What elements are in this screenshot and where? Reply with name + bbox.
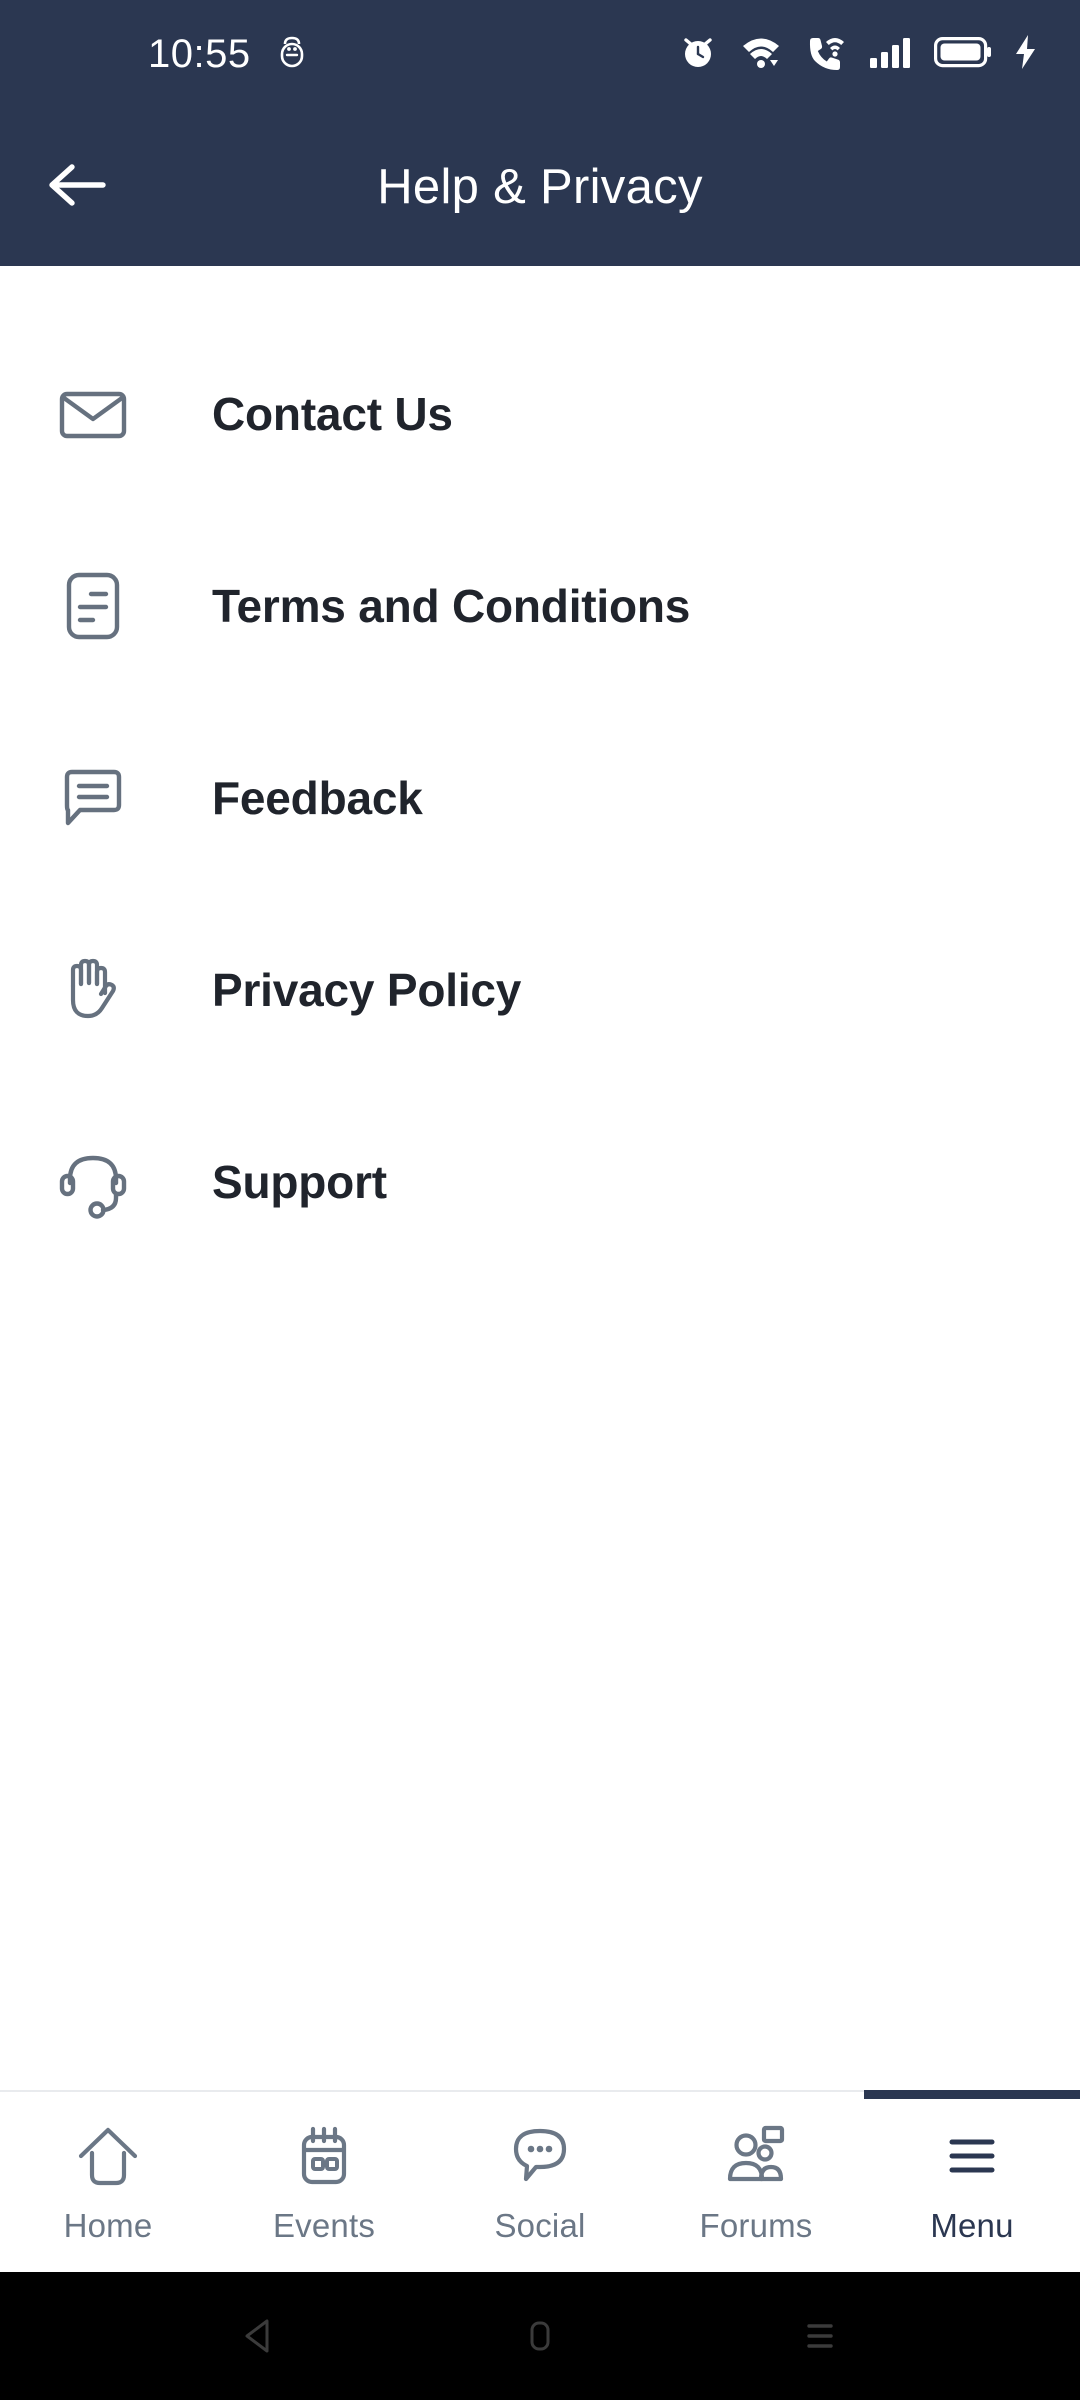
list-item-label: Feedback — [212, 772, 423, 824]
nav-tab-label: Menu — [930, 2207, 1014, 2244]
calendar-icon — [291, 2119, 357, 2193]
arrow-left-icon — [45, 160, 107, 215]
home-square-icon[interactable] — [485, 2281, 595, 2391]
battery-icon — [934, 35, 992, 74]
nav-tab-social[interactable]: Social — [432, 2092, 648, 2272]
list-item-contact-us[interactable]: Contact Us — [0, 318, 1080, 510]
wifi-icon — [740, 32, 782, 77]
cellular-signal-icon — [868, 32, 912, 77]
android-system-nav — [0, 2272, 1080, 2400]
status-bar-right — [678, 32, 1038, 77]
menu-list: Contact Us Terms and Conditions Feedback… — [0, 266, 1080, 2090]
android-debug-icon — [279, 35, 305, 74]
nav-tab-label: Home — [63, 2207, 153, 2244]
page-title: Help & Privacy — [377, 160, 703, 214]
app-screen: 10:55 Help & Privacy Contact Us Terms an… — [0, 0, 1080, 2400]
list-item-terms-and-conditions[interactable]: Terms and Conditions — [0, 510, 1080, 702]
app-bar: Help & Privacy — [0, 108, 1080, 266]
nav-tab-label: Forums — [699, 2207, 813, 2244]
back-button[interactable] — [28, 139, 124, 235]
status-bar-left: 10:55 — [148, 34, 305, 74]
back-triangle-icon[interactable] — [205, 2281, 315, 2391]
status-bar-clock: 10:55 — [148, 32, 251, 76]
list-item-feedback[interactable]: Feedback — [0, 702, 1080, 894]
active-tab-indicator — [864, 2090, 1080, 2099]
bottom-navigation-bar: Home Events Social Forums Menu — [0, 2090, 1080, 2272]
status-bar: 10:55 — [0, 0, 1080, 108]
nav-tab-home[interactable]: Home — [0, 2092, 216, 2272]
nav-tab-menu[interactable]: Menu — [864, 2090, 1080, 2272]
list-item-support[interactable]: Support — [0, 1086, 1080, 1278]
speech-bubble-lines-icon — [52, 757, 134, 839]
home-icon — [75, 2119, 141, 2193]
document-lines-icon — [52, 565, 134, 647]
nav-tab-label: Social — [494, 2207, 586, 2244]
list-item-label: Terms and Conditions — [212, 580, 691, 632]
hamburger-icon — [939, 2119, 1005, 2193]
recents-lines-icon[interactable] — [765, 2281, 875, 2391]
alarm-icon — [678, 32, 718, 77]
list-item-label: Privacy Policy — [212, 964, 522, 1016]
envelope-icon — [52, 373, 134, 455]
nav-tab-events[interactable]: Events — [216, 2092, 432, 2272]
list-item-privacy-policy[interactable]: Privacy Policy — [0, 894, 1080, 1086]
hand-palm-icon — [52, 949, 134, 1031]
charging-bolt-icon — [1014, 34, 1038, 75]
list-item-label: Contact Us — [212, 388, 453, 440]
chat-dots-icon — [507, 2119, 573, 2193]
nav-tab-forums[interactable]: Forums — [648, 2092, 864, 2272]
list-item-label: Support — [212, 1156, 387, 1208]
people-icon — [723, 2119, 789, 2193]
wifi-calling-icon — [804, 32, 846, 77]
headset-icon — [52, 1141, 134, 1223]
nav-tab-label: Events — [272, 2207, 376, 2244]
